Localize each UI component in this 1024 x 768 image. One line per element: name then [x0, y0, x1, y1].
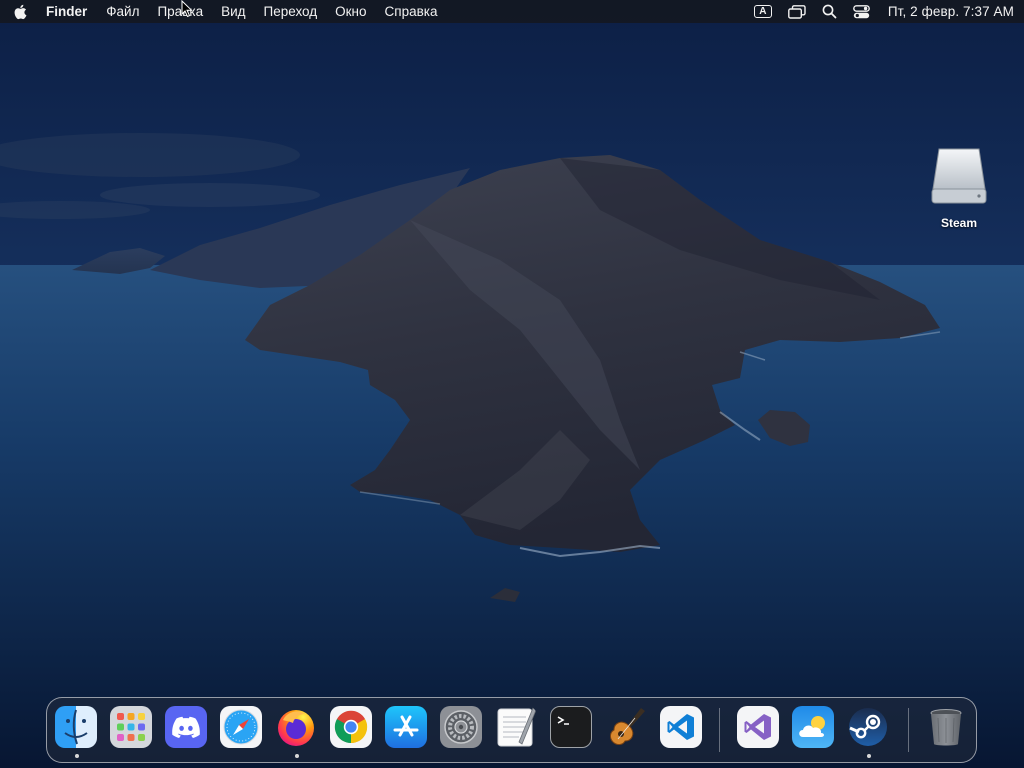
dock-item-launchpad[interactable] [110, 706, 154, 750]
menu-help[interactable]: Справка [376, 0, 447, 23]
dock-item-visual-studio[interactable] [737, 706, 781, 750]
visual-studio-icon [737, 706, 779, 748]
dock-item-system-preferences[interactable] [440, 706, 484, 750]
vscode-icon [660, 706, 702, 748]
launchpad-icon [110, 706, 152, 748]
menu-file[interactable]: Файл [97, 0, 148, 23]
dock-item-textedit[interactable] [495, 706, 539, 750]
external-drive-icon [929, 145, 989, 212]
dock-item-finder[interactable] [55, 706, 99, 758]
apple-menu-icon[interactable] [0, 0, 40, 23]
dock-separator [719, 708, 720, 752]
dock-item-app-store[interactable] [385, 706, 429, 750]
desktop-wallpaper [0, 0, 1024, 768]
dock-item-steam[interactable] [847, 706, 891, 758]
dock-item-firefox[interactable] [275, 706, 319, 758]
dock-item-discord[interactable] [165, 706, 209, 750]
finder-icon [55, 706, 97, 748]
textedit-icon [495, 706, 537, 748]
running-indicator [295, 754, 299, 758]
dock-item-safari[interactable] [220, 706, 264, 750]
dock-item-weather[interactable] [792, 706, 836, 750]
safari-icon [220, 706, 262, 748]
running-indicator [75, 754, 79, 758]
keyboard-input-icon[interactable]: A [746, 0, 780, 23]
chrome-icon [330, 706, 372, 748]
weather-icon [792, 706, 834, 748]
input-source-label: A [753, 5, 772, 18]
menu-bar-clock[interactable]: Пт, 2 февр. 7:37 AM [878, 4, 1014, 19]
mouse-pointer-icon [181, 0, 193, 23]
dock-item-vscode[interactable] [660, 706, 704, 750]
control-center-icon[interactable] [845, 0, 878, 23]
menu-view[interactable]: Вид [212, 0, 254, 23]
spotlight-search-icon[interactable] [814, 0, 845, 23]
menu-window[interactable]: Окно [326, 0, 375, 23]
steam-icon [847, 706, 889, 748]
dock-item-garageband[interactable] [605, 706, 649, 750]
menu-bar: Finder Файл Правка Вид Переход Окно Спра… [0, 0, 1024, 23]
dock-item-trash[interactable] [925, 706, 969, 750]
dock-item-terminal[interactable] [550, 706, 594, 750]
menu-go[interactable]: Переход [255, 0, 327, 23]
desktop-icon-steam-drive[interactable]: Steam [924, 145, 994, 230]
trash-icon [925, 706, 967, 748]
garageband-icon [605, 706, 647, 748]
running-indicator [867, 754, 871, 758]
menu-app-name[interactable]: Finder [40, 0, 97, 23]
terminal-icon [550, 706, 592, 748]
dock [46, 697, 977, 763]
app-store-icon [385, 706, 427, 748]
desktop-icon-label: Steam [940, 216, 978, 230]
screen-mirroring-icon[interactable] [780, 0, 814, 23]
discord-icon [165, 706, 207, 748]
dock-item-chrome[interactable] [330, 706, 374, 750]
system-preferences-icon [440, 706, 482, 748]
firefox-icon [275, 706, 317, 748]
dock-separator [908, 708, 909, 752]
